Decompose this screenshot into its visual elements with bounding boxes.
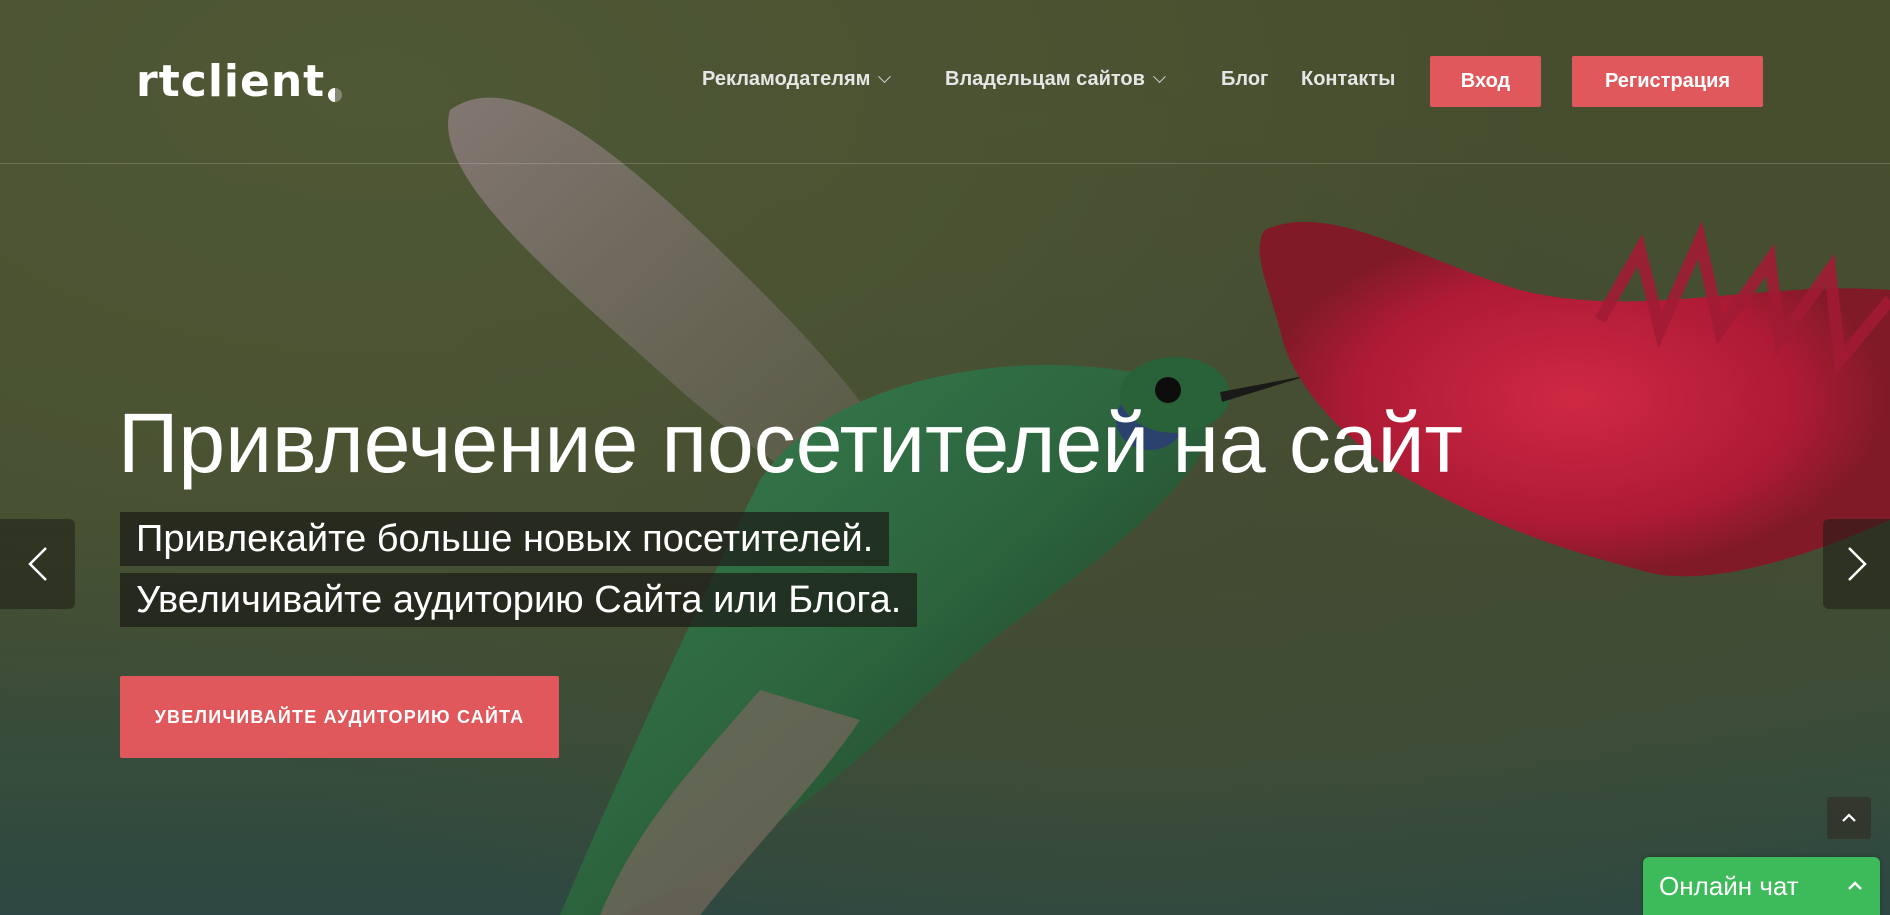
- slider-next-button[interactable]: [1823, 519, 1890, 609]
- hero-title: Привлечение посетителей на сайт: [118, 396, 1464, 490]
- chevron-left-icon: [27, 547, 47, 581]
- nav-item-label: Владельцам сайтов: [945, 68, 1145, 90]
- nav-item-contacts[interactable]: Контакты: [1301, 68, 1395, 91]
- nav-item-label: Рекламодателям: [702, 68, 871, 90]
- register-button[interactable]: Регистрация: [1572, 56, 1763, 107]
- nav-item-label: Блог: [1221, 68, 1269, 90]
- chevron-up-icon: [1842, 813, 1856, 822]
- site-header: rtclient Рекламодателям Владельцам сайто…: [0, 0, 1890, 164]
- online-chat-widget[interactable]: Онлайн чат: [1643, 857, 1880, 915]
- login-button[interactable]: Вход: [1430, 56, 1541, 107]
- chevron-down-icon: [878, 70, 892, 84]
- nav-item-site-owners[interactable]: Владельцам сайтов: [945, 68, 1166, 91]
- chevron-down-icon: [1153, 70, 1166, 84]
- slider-prev-button[interactable]: [0, 519, 75, 609]
- scroll-to-top-button[interactable]: [1827, 797, 1871, 839]
- hero-subtitle-line-1: Привлекайте больше новых посетителей.: [120, 512, 890, 566]
- chevron-right-icon: [1847, 547, 1867, 581]
- hero-subtitle-line-2: Увеличивайте аудиторию Сайта или Блога.: [120, 573, 918, 627]
- online-chat-label: Онлайн чат: [1659, 870, 1799, 901]
- nav-item-advertisers[interactable]: Рекламодателям: [702, 68, 892, 91]
- chevron-up-icon[interactable]: [1846, 880, 1864, 892]
- cta-button[interactable]: УВЕЛИЧИВАЙТЕ АУДИТОРИЮ САЙТА: [120, 676, 559, 758]
- nav-item-blog[interactable]: Блог: [1221, 68, 1268, 91]
- nav-item-label: Контакты: [1301, 68, 1396, 90]
